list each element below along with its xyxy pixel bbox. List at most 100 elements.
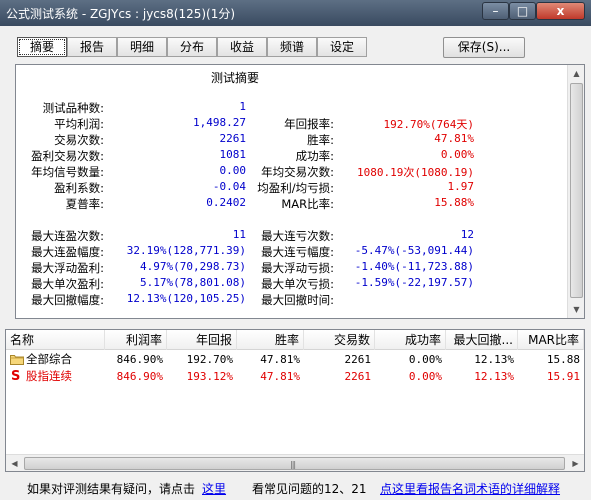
- summary-label: 测试品种数:: [42, 101, 104, 115]
- summary-value: -5.47%(-53,091.44): [354, 244, 474, 257]
- summary-label: 最大连盈次数:: [31, 229, 104, 243]
- summary-label: 最大回撤时间:: [261, 293, 334, 307]
- column-header-name[interactable]: 名称: [6, 330, 105, 350]
- tab-returns[interactable]: 收益: [217, 37, 267, 57]
- maximize-button[interactable]: □: [509, 2, 536, 20]
- summary-value: 32.19%(128,771.39): [126, 244, 246, 257]
- summary-value: 1.97: [447, 180, 475, 193]
- summary-value: -1.40%(-11,723.88): [354, 260, 474, 273]
- scroll-thumb[interactable]: [570, 83, 583, 298]
- results-table: 名称 利润率 年回报 胜率 交易数 成功率 最大回撤... MAR比率 全部综合…: [5, 329, 585, 472]
- glossary-link[interactable]: 点这里看报告名词术语的详细解释: [380, 480, 560, 497]
- summary-value: 47.81%: [434, 132, 474, 145]
- summary-value: 11: [232, 228, 246, 241]
- row-success-rate: 0.00%: [408, 353, 442, 366]
- scroll-down-icon[interactable]: ▼: [568, 301, 585, 318]
- tab-spectrum[interactable]: 频谱: [267, 37, 317, 57]
- minimize-button[interactable]: –: [482, 2, 509, 20]
- summary-label: 夏普率:: [65, 197, 104, 211]
- summary-label: 最大单次亏损:: [261, 277, 334, 291]
- summary-label: 最大连盈幅度:: [31, 245, 104, 259]
- summary-label: 平均利润:: [54, 117, 104, 131]
- tab-detail[interactable]: 明细: [117, 37, 167, 57]
- column-header-mar-ratio[interactable]: MAR比率: [518, 330, 584, 350]
- summary-value: 0.00%: [440, 148, 474, 161]
- vertical-scrollbar[interactable]: ▲ ▼: [567, 65, 584, 318]
- summary-value: 0.2402: [206, 196, 246, 209]
- scroll-left-icon[interactable]: ◀: [6, 455, 23, 472]
- summary-title: 测试摘要: [211, 71, 260, 85]
- row-profit-rate: 846.90%: [116, 370, 163, 383]
- summary-label: 盈利交易次数:: [31, 149, 104, 163]
- summary-value: 1081: [219, 148, 247, 161]
- summary-label: 最大浮动亏损:: [261, 261, 334, 275]
- summary-label: 盈利系数:: [54, 181, 104, 195]
- summary-label: 年均交易次数:: [261, 165, 334, 179]
- summary-label: 年均信号数量:: [31, 165, 104, 179]
- summary-value: 15.88%: [434, 196, 474, 209]
- scroll-right-icon[interactable]: ▶: [567, 455, 584, 472]
- app-window: 公式测试系统 - ZGJYcs : jycs8(125)(1分) – □ x 摘…: [0, 0, 591, 500]
- tab-settings[interactable]: 设定: [317, 37, 367, 57]
- summary-label: 交易次数:: [54, 133, 104, 147]
- column-header-max-drawdown[interactable]: 最大回撤...: [446, 330, 518, 350]
- row-win-rate: 47.81%: [260, 370, 300, 383]
- horizontal-scrollbar[interactable]: ◀ ||| ▶: [6, 454, 584, 471]
- row-annual-return: 192.70%: [186, 353, 233, 366]
- summary-value: 1080.19次(1080.19): [357, 166, 474, 179]
- summary-label: 年回报率:: [284, 117, 334, 131]
- row-win-rate: 47.81%: [260, 353, 300, 366]
- summary-value: 12: [460, 228, 474, 241]
- row-mar-ratio: 15.91: [546, 370, 580, 383]
- window-title: 公式测试系统 - ZGJYcs : jycs8(125)(1分): [6, 7, 236, 21]
- summary-value: 5.17%(78,801.08): [140, 276, 246, 289]
- summary-label: 成功率:: [295, 149, 334, 163]
- summary-label: MAR比率:: [281, 197, 334, 211]
- summary-label: 最大单次盈利:: [31, 277, 104, 291]
- row-profit-rate: 846.90%: [116, 353, 163, 366]
- column-header-trades[interactable]: 交易数: [304, 330, 375, 350]
- column-header-win-rate[interactable]: 胜率: [237, 330, 304, 350]
- summary-value: 192.70%(764天): [383, 118, 474, 131]
- row-name: 股指连续: [26, 369, 72, 383]
- row-mar-ratio: 15.88: [546, 353, 580, 366]
- summary-label: 最大连亏次数:: [261, 229, 334, 243]
- title-bar[interactable]: 公式测试系统 - ZGJYcs : jycs8(125)(1分) – □ x: [0, 0, 591, 26]
- tab-report[interactable]: 报告: [67, 37, 117, 57]
- panel-splitter[interactable]: [0, 320, 591, 328]
- scroll-thumb[interactable]: |||: [24, 457, 565, 470]
- row-trades: 2261: [344, 370, 372, 383]
- summary-value: 1,498.27: [193, 116, 246, 129]
- summary-value: 4.97%(70,298.73): [140, 260, 246, 273]
- summary-value: -0.04: [212, 180, 246, 193]
- tab-distribution[interactable]: 分布: [167, 37, 217, 57]
- row-max-drawdown: 12.13%: [474, 353, 514, 366]
- table-row[interactable]: 全部综合 846.90% 192.70% 47.81% 2261 0.00% 1…: [6, 351, 584, 368]
- column-header-profit-rate[interactable]: 利润率: [105, 330, 167, 350]
- summary-value: 12.13%(120,105.25): [126, 292, 246, 305]
- summary-label: 最大连亏幅度:: [261, 245, 334, 259]
- summary-label: 最大浮动盈利:: [31, 261, 104, 275]
- row-success-rate: 0.00%: [408, 370, 442, 383]
- here-link[interactable]: 这里: [202, 480, 226, 497]
- summary-label: 均盈利/均亏损:: [257, 181, 334, 195]
- row-trades: 2261: [344, 353, 372, 366]
- table-row[interactable]: S 股指连续 846.90% 193.12% 47.81% 2261 0.00%…: [6, 368, 584, 385]
- summary-value: -1.59%(-22,197.57): [354, 276, 474, 289]
- save-button[interactable]: 保存(S)...: [443, 37, 525, 58]
- row-max-drawdown: 12.13%: [474, 370, 514, 383]
- close-button[interactable]: x: [536, 2, 585, 20]
- scroll-up-icon[interactable]: ▲: [568, 65, 585, 82]
- footer: 如果对评测结果有疑问，请点击 这里 看常见问题的12、21 点这里看报告名词术语…: [0, 474, 591, 500]
- column-header-annual-return[interactable]: 年回报: [167, 330, 237, 350]
- column-header-success-rate[interactable]: 成功率: [375, 330, 446, 350]
- summary-value: 0.00: [219, 164, 247, 177]
- row-annual-return: 193.12%: [186, 370, 233, 383]
- tab-summary[interactable]: 摘要: [17, 37, 67, 57]
- summary-label: 胜率:: [307, 133, 334, 147]
- table-header: 名称 利润率 年回报 胜率 交易数 成功率 最大回撤... MAR比率: [6, 330, 584, 350]
- footer-question-text: 如果对评测结果有疑问，请点击: [27, 482, 196, 496]
- footer-faq-text: 看常见问题的12、21: [252, 482, 367, 496]
- summary-label: 最大回撤幅度:: [31, 293, 104, 307]
- summary-value: 2261: [219, 132, 247, 145]
